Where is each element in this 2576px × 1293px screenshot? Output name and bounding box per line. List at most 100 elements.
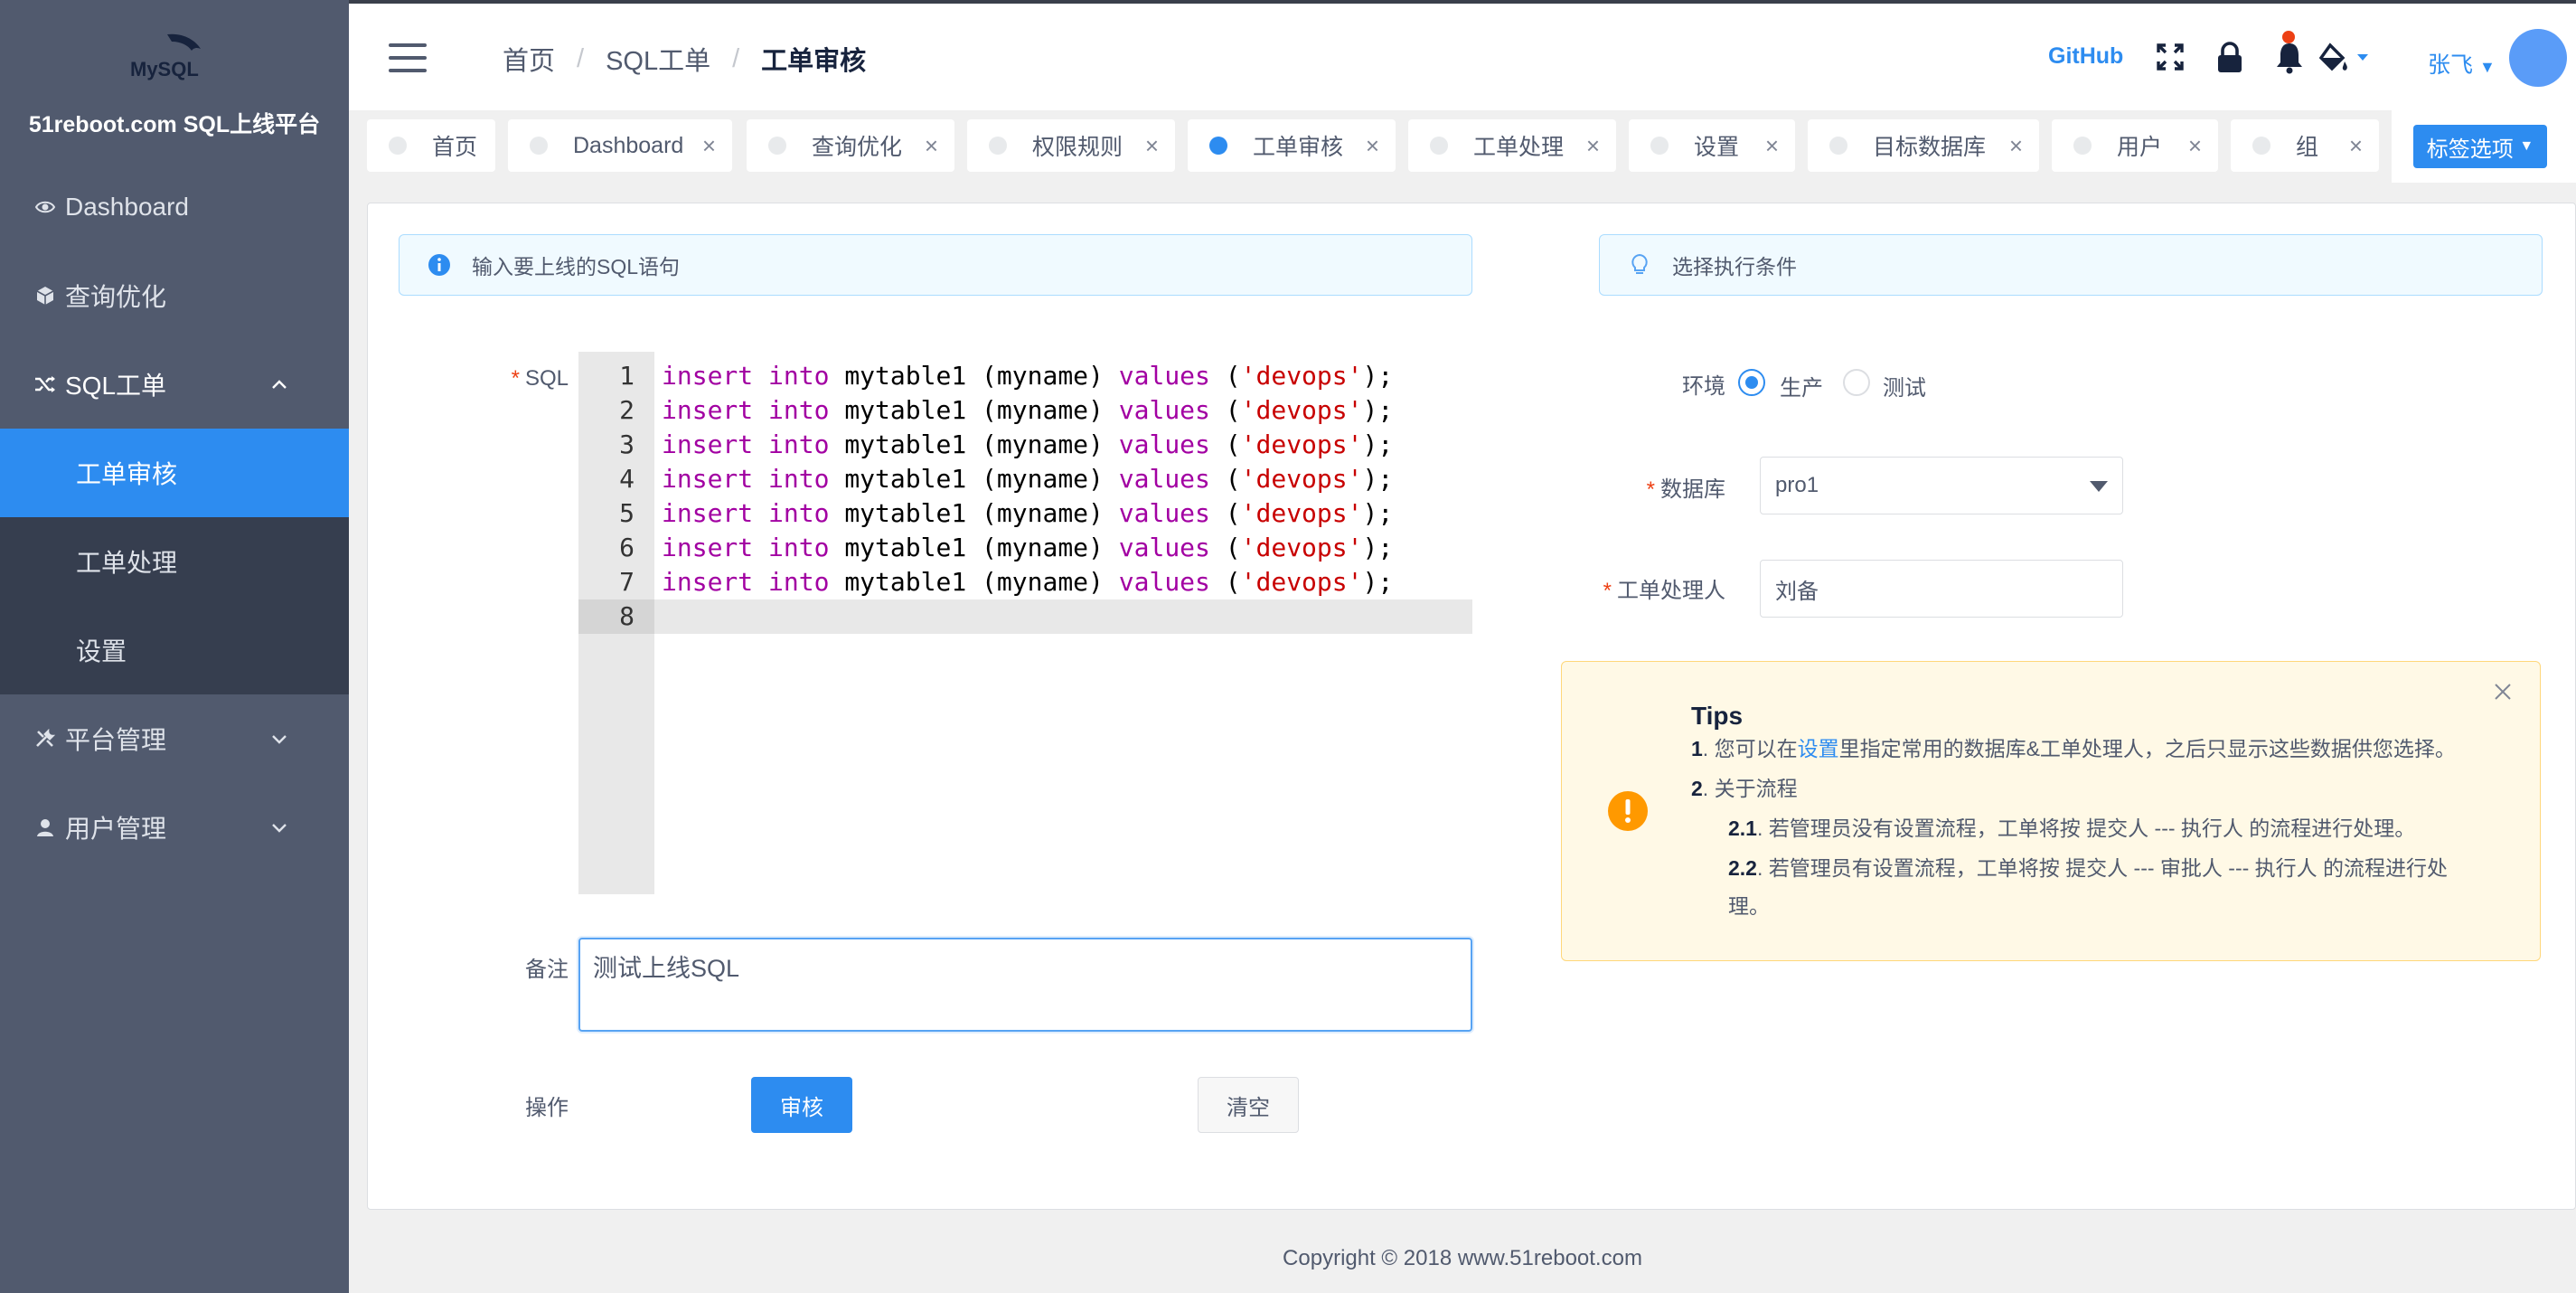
tips-line-5: 理。 [1728,894,1770,918]
sidebar-subitem-ticket-handle[interactable]: 工单处理 [0,517,349,606]
bell-icon[interactable] [2272,40,2307,74]
sidebar-item-label: 查询优化 [65,283,167,311]
tab-ticket-handle[interactable]: 工单处理 × [1408,119,1616,172]
code-line[interactable]: 6 insert into mytable1 (myname) values ('… [578,531,1472,565]
paint-bucket-icon[interactable] [2317,40,2372,74]
close-icon[interactable]: × [2349,132,2363,160]
sidebar-item-user-admin[interactable]: 用户管理 [0,783,349,872]
tab-status-dot [989,137,1007,155]
sidebar-subitem-settings[interactable]: 设置 [0,606,349,694]
tab-status-dot [530,137,548,155]
action-label: 操作 [525,1096,569,1120]
line-number: 5 [619,498,635,528]
tools-icon [29,722,61,755]
close-icon[interactable]: × [1586,132,1600,160]
lock-icon[interactable] [2213,40,2247,74]
tab-settings[interactable]: 设置 × [1629,119,1795,172]
sidebar-item-query-optimize[interactable]: 查询优化 [0,251,349,340]
database-value: pro1 [1775,473,1819,497]
svg-text:MySQL: MySQL [130,58,199,80]
tab-permission-rules[interactable]: 权限规则 × [967,119,1175,172]
condition-info-alert: 选择执行条件 [1599,234,2543,296]
tips-line-3: 2.1. 若管理员没有设置流程，工单将按 提交人 --- 执行人 的流程进行处理… [1728,816,2416,840]
breadcrumb-home[interactable]: 首页 [503,40,555,78]
tab-users[interactable]: 用户 × [2052,119,2218,172]
tab-groups[interactable]: 组 × [2231,119,2379,172]
env-radio-test[interactable] [1843,369,1870,396]
code-text: insert into mytable1 (myname) values ('d… [662,567,1394,597]
line-number: 3 [619,429,635,459]
clear-button[interactable]: 清空 [1198,1077,1299,1133]
close-icon[interactable]: × [1145,132,1159,160]
code-line[interactable]: 5 insert into mytable1 (myname) values ('… [578,496,1472,531]
line-number: 4 [619,464,635,494]
mysql-logo: MySQL [130,33,201,80]
sql-label: * SQL [511,366,569,391]
close-icon[interactable]: × [1765,132,1779,160]
sidebar: MySQL 51reboot.com SQL上线平台 Dashboard 查询优… [0,0,349,1293]
caret-down-icon: ▼ [2519,138,2534,154]
close-icon[interactable]: × [925,132,938,160]
tab-home[interactable]: 首页 [367,119,495,172]
breadcrumb-sql-ticket[interactable]: SQL工单 [606,40,710,78]
line-number: 1 [619,361,635,391]
handler-label: * 工单处理人 [1603,579,1725,603]
sidebar-item-label: 用户管理 [65,815,167,843]
code-line[interactable]: 1 insert into mytable1 (myname) values ('… [578,359,1472,393]
sidebar-item-label: 平台管理 [65,726,167,754]
database-select[interactable]: pro1 [1760,457,2123,514]
close-icon[interactable]: × [2188,132,2202,160]
chevron-down-icon [272,824,287,833]
handler-input[interactable]: 刘备 [1760,560,2123,618]
remark-label: 备注 [525,958,569,982]
tab-ticket-review[interactable]: 工单审核 × [1188,119,1396,172]
code-line[interactable]: 2 insert into mytable1 (myname) values ('… [578,393,1472,428]
close-icon[interactable]: × [702,132,716,160]
sidebar-item-dashboard[interactable]: Dashboard [0,163,349,251]
tab-dashboard[interactable]: Dashboard × [508,119,732,172]
close-icon[interactable]: × [2009,132,2023,160]
user-menu[interactable]: 张飞 ▼ [2428,47,2496,80]
tips-alert: Tips 1. 您可以在设置里指定常用的数据库&工单处理人，之后只显示这些数据供… [1561,661,2541,961]
tab-query-optimize[interactable]: 查询优化 × [747,119,954,172]
tab-target-database[interactable]: 目标数据库 × [1808,119,2039,172]
code-line[interactable]: 7 insert into mytable1 (myname) values ('… [578,565,1472,599]
env-option-prod[interactable]: 生产 [1780,370,1823,401]
tips-line-4: 2.2. 若管理员有设置流程，工单将按 提交人 --- 审批人 --- 执行人 … [1728,856,2449,880]
main-card: 输入要上线的SQL语句 选择执行条件 * SQL 1 insert into myt… [367,203,2576,1210]
code-line[interactable]: 3 insert into mytable1 (myname) values ('… [578,428,1472,462]
line-number: 6 [619,533,635,562]
breadcrumb-separator: / [577,43,585,73]
tab-status-dot [1650,137,1669,155]
sidebar-subitem-ticket-review[interactable]: 工单审核 [0,429,349,517]
menu-toggle-icon[interactable] [389,43,427,72]
tab-status-dot [1829,137,1847,155]
tab-label: 工单审核 [1253,135,1344,160]
tab-label: 目标数据库 [1873,135,1987,160]
lightbulb-icon [1631,253,1648,274]
shuffle-icon [29,368,61,401]
review-button[interactable]: 审核 [751,1077,852,1133]
code-line[interactable]: 4 insert into mytable1 (myname) values ('… [578,462,1472,496]
avatar[interactable] [2509,29,2567,87]
tabs-options-button[interactable]: 标签选项 ▼ [2413,125,2547,168]
tab-label: 组 [2296,135,2319,160]
close-icon[interactable] [2493,682,2513,702]
github-link[interactable]: GitHub [2048,43,2123,70]
settings-link[interactable]: 设置 [1798,737,1839,760]
code-text: insert into mytable1 (myname) values ('d… [662,464,1394,494]
sidebar-item-platform-admin[interactable]: 平台管理 [0,694,349,783]
env-radio-prod[interactable] [1738,369,1765,396]
code-line[interactable]: 8 [578,599,1472,634]
sql-editor[interactable]: 1 insert into mytable1 (myname) values ('… [578,352,1472,894]
close-icon[interactable]: × [1366,132,1379,160]
tab-status-dot [2073,137,2092,155]
code-text: insert into mytable1 (myname) values ('d… [662,429,1394,459]
env-option-test[interactable]: 测试 [1883,370,1926,401]
tab-status-dot [1430,137,1448,155]
cube-icon [29,279,61,312]
remark-textarea[interactable]: 测试上线SQL [578,938,1472,1032]
fullscreen-icon[interactable] [2153,40,2187,74]
code-text: insert into mytable1 (myname) values ('d… [662,533,1394,562]
sidebar-item-sql-ticket[interactable]: SQL工单 [0,340,349,429]
